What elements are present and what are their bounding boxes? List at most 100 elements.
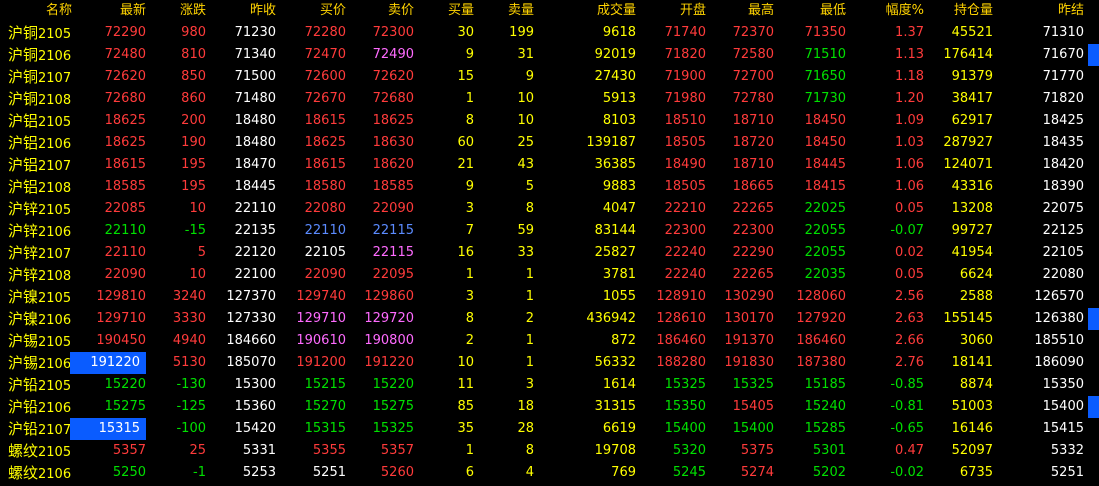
low-price-cell: 22025 (804, 201, 846, 216)
volume-cell: 8103 (602, 113, 636, 128)
table-row[interactable]: 沪镍2105 129810 3240 127370 129740 129860 3 1 1055… (0, 286, 1099, 308)
last-price-cell: 129810 (96, 289, 146, 304)
col-header-name[interactable]: 名称 (0, 0, 72, 22)
low-price-cell: 5202 (812, 465, 846, 480)
low-price-cell: 71350 (804, 25, 846, 40)
low-price-cell: 71650 (804, 69, 846, 84)
prev-close-cell: 22135 (234, 223, 276, 238)
prev-close-cell: 22100 (234, 267, 276, 282)
row-marker[interactable] (1088, 308, 1099, 330)
prev-close-cell: 18445 (234, 179, 276, 194)
table-row[interactable]: 沪铅2105 15220 -130 15300 15215 15220 11 3 1614 153… (0, 374, 1099, 396)
open-interest-cell: 99727 (951, 223, 993, 238)
low-price-cell: 18450 (804, 135, 846, 150)
ask-price-cell: 15325 (372, 421, 414, 436)
prev-settle-cell: 18390 (1042, 179, 1084, 194)
ask-volume-cell: 8 (525, 201, 534, 216)
col-header-high[interactable]: 最高 (708, 0, 774, 22)
product-name: 沪锌 (8, 266, 39, 284)
table-row[interactable]: 沪铝2108 18585 195 18445 18580 18585 9 5 9883 18505… (0, 176, 1099, 198)
table-row[interactable]: 沪锡2105 190450 4940 184660 190610 190800 2 1 872 1… (0, 330, 1099, 352)
product-name: 沪锌 (8, 222, 39, 240)
low-price-cell: 71510 (804, 47, 846, 62)
col-header-bid[interactable]: 买价 (278, 0, 346, 22)
high-price-cell: 18710 (732, 157, 774, 172)
ask-price-cell: 72300 (372, 25, 414, 40)
change-cell: 5 (197, 245, 206, 260)
row-marker[interactable] (1088, 396, 1099, 418)
table-row[interactable]: 沪铜2106 72480 810 71340 72470 72490 9 31 92019 718… (0, 44, 1099, 66)
high-price-cell: 72580 (732, 47, 774, 62)
ask-volume-cell: 4 (525, 465, 534, 480)
high-price-cell: 130290 (724, 289, 774, 304)
prev-settle-cell: 22105 (1042, 245, 1084, 260)
open-price-cell: 188280 (656, 355, 706, 370)
prev-close-cell: 5253 (242, 465, 276, 480)
open-interest-cell: 51003 (951, 399, 993, 414)
table-row[interactable]: 沪锌2105 22085 10 22110 22080 22090 3 8 4047 22210 2… (0, 198, 1099, 220)
last-price-cell: 129710 (96, 311, 146, 326)
table-row[interactable]: 沪镍2106 129710 3330 127330 129710 129720 8 2 4369… (0, 308, 1099, 330)
ask-price-cell: 18585 (372, 179, 414, 194)
table-row[interactable]: 沪铅2106 15275 -125 15360 15270 15275 85 18 31315 1… (0, 396, 1099, 418)
contract-code: 2106 (38, 225, 72, 240)
row-marker[interactable] (1088, 44, 1099, 66)
prev-settle-cell: 15400 (1042, 399, 1084, 414)
col-header-ask[interactable]: 卖价 (348, 0, 414, 22)
open-interest-cell: 3060 (959, 333, 993, 348)
change-cell: 5130 (172, 355, 206, 370)
table-row[interactable]: 沪铝2107 18615 195 18470 18615 18620 21 43 36385 18… (0, 154, 1099, 176)
volume-cell: 83144 (594, 223, 636, 238)
product-name: 沪铜 (8, 24, 39, 42)
col-header-prev-settle[interactable]: 昨结 (996, 0, 1084, 22)
last-price-cell: 18585 (104, 179, 146, 194)
open-interest-cell: 124071 (943, 157, 993, 172)
ask-volume-cell: 1 (525, 333, 534, 348)
high-price-cell: 15405 (732, 399, 774, 414)
bid-volume-cell: 3 (465, 201, 474, 216)
col-header-change-pct[interactable]: 幅度% (848, 0, 924, 22)
table-row[interactable]: 沪锌2107 22110 5 22120 22105 22115 16 33 25827 2224… (0, 242, 1099, 264)
change-pct-cell: 2.66 (895, 333, 924, 348)
table-row[interactable]: 沪铝2105 18625 200 18480 18615 18625 8 10 8103 1851… (0, 110, 1099, 132)
product-name: 沪铝 (8, 156, 39, 174)
col-header-change[interactable]: 涨跌 (150, 0, 206, 22)
change-pct-cell: 1.20 (895, 91, 924, 106)
table-row[interactable]: 沪铝2106 18625 190 18480 18625 18630 60 25 139187 1… (0, 132, 1099, 154)
volume-cell: 9618 (602, 25, 636, 40)
bid-price-cell: 15270 (304, 399, 346, 414)
ask-volume-cell: 10 (517, 113, 534, 128)
contract-code: 2106 (38, 49, 72, 64)
ask-price-cell: 5357 (380, 443, 414, 458)
col-header-last[interactable]: 最新 (70, 0, 146, 22)
contract-code: 2106 (38, 401, 72, 416)
table-row[interactable]: 沪铜2105 72290 980 71230 72280 72300 30 199 9618 71… (0, 22, 1099, 44)
table-row[interactable]: 沪锡2106 191220 5130 185070 191200 191220 10 1 563… (0, 352, 1099, 374)
open-interest-cell: 45521 (951, 25, 993, 40)
bid-price-cell: 191200 (296, 355, 346, 370)
low-price-cell: 127920 (796, 311, 846, 326)
high-price-cell: 5375 (740, 443, 774, 458)
col-header-ask-volume[interactable]: 卖量 (478, 0, 534, 22)
prev-settle-cell: 126380 (1034, 311, 1084, 326)
col-header-bid-volume[interactable]: 买量 (420, 0, 474, 22)
contract-code: 2107 (38, 159, 72, 174)
table-row[interactable]: 沪锌2106 22110 -15 22135 22110 22115 7 59 83144 223… (0, 220, 1099, 242)
prev-settle-cell: 186090 (1034, 355, 1084, 370)
prev-close-cell: 22120 (234, 245, 276, 260)
low-price-cell: 186460 (796, 333, 846, 348)
bid-price-cell: 15315 (304, 421, 346, 436)
col-header-volume[interactable]: 成交量 (560, 0, 636, 22)
col-header-open-interest[interactable]: 持仓量 (926, 0, 993, 22)
last-price-cell: 18625 (104, 113, 146, 128)
table-row[interactable]: 沪铜2107 72620 850 71500 72600 72620 15 9 27430 719… (0, 66, 1099, 88)
table-row[interactable]: 沪铅2107 15315 -100 15420 15315 15325 35 28 6619 15… (0, 418, 1099, 440)
change-cell: -100 (176, 421, 206, 436)
table-row[interactable]: 螺纹2105 5357 25 5331 5355 5357 1 8 19708 5320 5375 5… (0, 440, 1099, 462)
col-header-open[interactable]: 开盘 (640, 0, 706, 22)
col-header-low[interactable]: 最低 (778, 0, 846, 22)
table-row[interactable]: 沪铜2108 72680 860 71480 72670 72680 1 10 5913 7198… (0, 88, 1099, 110)
table-row[interactable]: 螺纹2106 5250 -1 5253 5251 5260 6 4 769 5245 5274 520… (0, 462, 1099, 484)
table-row[interactable]: 沪锌2108 22090 10 22100 22090 22095 1 1 3781 22240 2… (0, 264, 1099, 286)
col-header-prev-close[interactable]: 昨收 (210, 0, 276, 22)
